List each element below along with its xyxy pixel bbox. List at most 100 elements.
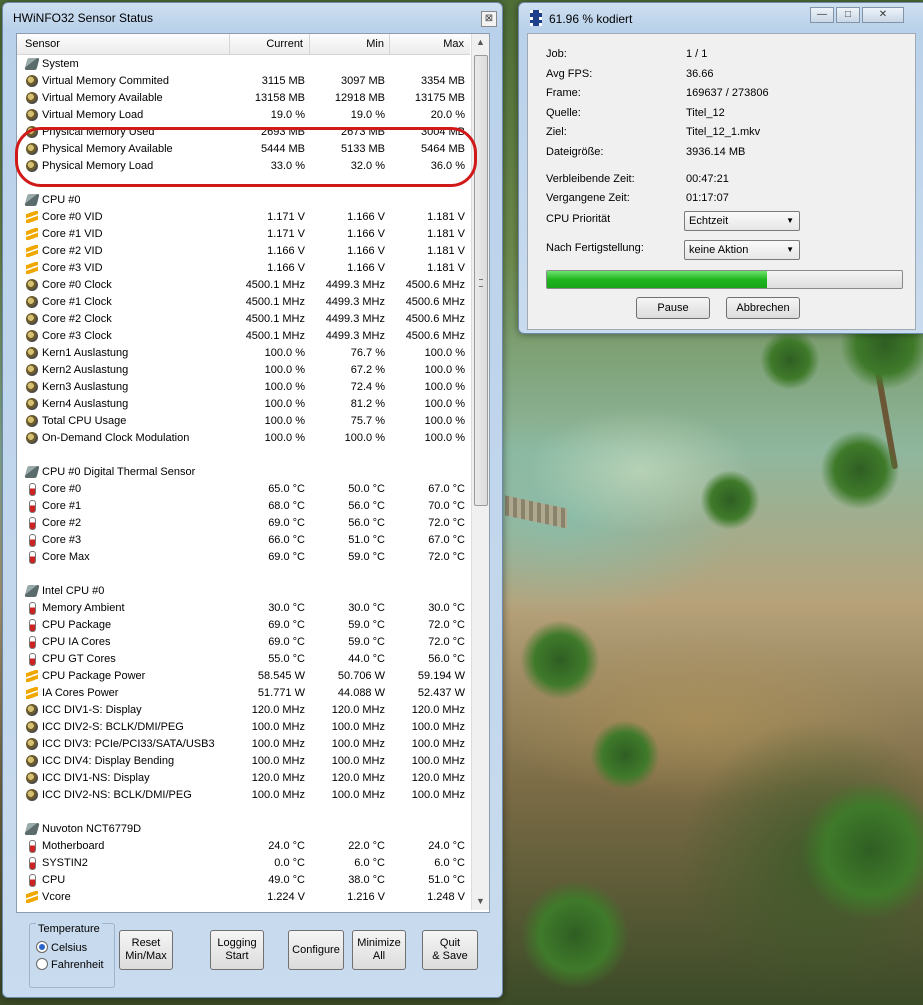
quit-save-button[interactable]: Quit & Save <box>422 930 478 970</box>
sensor-row[interactable]: ICC DIV4: Display Bending 100.0 MHz 100.0 … <box>17 753 470 770</box>
sensor-row[interactable]: On-Demand Clock Modulation 100.0 % 100.0 %… <box>17 430 470 447</box>
close-button[interactable]: ⊠ <box>481 11 497 27</box>
scroll-up-arrow-icon[interactable]: ▲ <box>472 34 489 51</box>
reset-minmax-button[interactable]: Reset Min/Max <box>119 930 173 970</box>
gauge-icon <box>26 279 38 291</box>
sensor-row[interactable]: Vcore 1.224 V 1.216 V 1.248 V <box>17 889 470 906</box>
sensor-row[interactable]: Core #0 Clock 4500.1 MHz 4499.3 MHz 4500.6 … <box>17 277 470 294</box>
sensor-row[interactable] <box>17 175 470 192</box>
column-header-sensor[interactable]: Sensor <box>25 38 60 50</box>
sensor-row[interactable]: Core #0 VID 1.171 V 1.166 V 1.181 V <box>17 209 470 226</box>
sensor-row[interactable]: Kern4 Auslastung 100.0 % 81.2 % 100.0 % <box>17 396 470 413</box>
gauge-icon <box>26 381 38 393</box>
sensor-row[interactable]: Motherboard 24.0 °C 22.0 °C 24.0 °C <box>17 838 470 855</box>
sensor-group-row[interactable]: System <box>17 56 470 73</box>
column-header-max[interactable]: Max <box>443 38 464 50</box>
vertical-scrollbar[interactable]: ▲ ▼ <box>471 34 489 910</box>
sensor-row[interactable]: Virtual Memory Commited 3115 MB 3097 MB 335… <box>17 73 470 90</box>
scrollbar-thumb[interactable] <box>474 55 488 506</box>
sensor-current-value: 55.0 °C <box>268 653 305 665</box>
sensor-row[interactable]: ICC DIV2-S: BCLK/DMI/PEG 100.0 MHz 100.0 M… <box>17 719 470 736</box>
sensor-row[interactable]: Core #3 Clock 4500.1 MHz 4499.3 MHz 4500.6 … <box>17 328 470 345</box>
film-icon <box>530 10 542 26</box>
sensor-row[interactable]: ICC DIV1-NS: Display 120.0 MHz 120.0 MHz 12… <box>17 770 470 787</box>
sensor-row[interactable]: Kern2 Auslastung 100.0 % 67.2 % 100.0 % <box>17 362 470 379</box>
sensor-row[interactable]: Physical Memory Load 33.0 % 32.0 % 36.0 % <box>17 158 470 175</box>
celsius-radio[interactable]: Celsius <box>36 941 87 954</box>
sensor-row[interactable]: Physical Memory Used 2693 MB 2673 MB 3004 M… <box>17 124 470 141</box>
sensor-max-value: 72.0 °C <box>428 517 465 529</box>
sensor-row[interactable]: Kern1 Auslastung 100.0 % 76.7 % 100.0 % <box>17 345 470 362</box>
sensor-current-value: 100.0 MHz <box>251 738 305 750</box>
sensor-row[interactable]: ICC DIV2-NS: BCLK/DMI/PEG 100.0 MHz 100.0 … <box>17 787 470 804</box>
sensor-row[interactable]: Kern3 Auslastung 100.0 % 72.4 % 100.0 % <box>17 379 470 396</box>
sensor-name: SYSTIN2 <box>42 857 88 869</box>
sensor-row[interactable]: Core #2 Clock 4500.1 MHz 4499.3 MHz 4500.6 … <box>17 311 470 328</box>
sensor-row[interactable]: Total CPU Usage 100.0 % 75.7 % 100.0 % <box>17 413 470 430</box>
sensor-row[interactable]: CPU Package 69.0 °C 59.0 °C 72.0 °C <box>17 617 470 634</box>
sensor-name: Core Max <box>42 551 90 563</box>
sensor-row[interactable]: IA Cores Power 51.771 W 44.088 W 52.437 W <box>17 685 470 702</box>
minimize-all-button[interactable]: Minimize All <box>352 930 406 970</box>
after-completion-dropdown[interactable]: keine Aktion ▼ <box>684 240 800 260</box>
field-label: Job: <box>546 48 567 60</box>
sensor-row[interactable] <box>17 566 470 583</box>
minimize-label-line2: All <box>372 950 386 962</box>
palm-tree <box>700 470 760 530</box>
logging-start-button[interactable]: Logging Start <box>210 930 264 970</box>
sensor-row[interactable]: Core Max 69.0 °C 59.0 °C 72.0 °C <box>17 549 470 566</box>
sensor-row[interactable]: CPU GT Cores 55.0 °C 44.0 °C 56.0 °C <box>17 651 470 668</box>
sensor-current-value: 100.0 MHz <box>251 755 305 767</box>
sensor-row[interactable]: Core #2 VID 1.166 V 1.166 V 1.181 V <box>17 243 470 260</box>
sensor-row[interactable]: Core #1 68.0 °C 56.0 °C 70.0 °C <box>17 498 470 515</box>
fahrenheit-radio[interactable]: Fahrenheit <box>36 958 104 971</box>
sensor-row[interactable]: Core #2 69.0 °C 56.0 °C 72.0 °C <box>17 515 470 532</box>
sensor-row[interactable]: Core #0 65.0 °C 50.0 °C 67.0 °C <box>17 481 470 498</box>
chevron-down-icon: ▼ <box>786 216 794 225</box>
sensor-row[interactable]: Virtual Memory Available 13158 MB 12918 MB… <box>17 90 470 107</box>
sensor-list[interactable]: Sensor Current Min Max System Virtual Mem… <box>16 33 490 913</box>
chip-icon <box>24 823 40 835</box>
sensor-row[interactable]: CPU IA Cores 69.0 °C 59.0 °C 72.0 °C <box>17 634 470 651</box>
sensor-row[interactable]: Core #1 VID 1.171 V 1.166 V 1.181 V <box>17 226 470 243</box>
close-button[interactable]: ✕ <box>862 7 904 23</box>
priority-dropdown[interactable]: Echtzeit ▼ <box>684 211 800 231</box>
sensor-min-value: 100.0 MHz <box>331 738 385 750</box>
maximize-button[interactable]: □ <box>836 7 860 23</box>
sensor-row[interactable]: Core #1 Clock 4500.1 MHz 4499.3 MHz 4500.6 … <box>17 294 470 311</box>
sensor-group-row[interactable]: CPU #0 Digital Thermal Sensor <box>17 464 470 481</box>
column-header-current[interactable]: Current <box>266 38 303 50</box>
gauge-icon <box>26 330 38 342</box>
sensor-row[interactable]: ICC DIV3: PCIe/PCI33/SATA/USB3 100.0 MHz 1… <box>17 736 470 753</box>
sensor-name: Vcore <box>42 891 71 903</box>
sensor-row[interactable]: CPU Package Power 58.545 W 50.706 W 59.194 … <box>17 668 470 685</box>
sensor-current-value: 4500.1 MHz <box>245 296 305 308</box>
sensor-min-value: 81.2 % <box>350 398 385 410</box>
sensor-group-row[interactable]: Intel CPU #0 <box>17 583 470 600</box>
sensor-max-value: 20.0 % <box>430 109 465 121</box>
cancel-button[interactable]: Abbrechen <box>726 297 800 319</box>
sensor-row[interactable]: CPU 49.0 °C 38.0 °C 51.0 °C <box>17 872 470 889</box>
sensor-name: System <box>42 58 79 70</box>
column-header-min[interactable]: Min <box>366 38 384 50</box>
scroll-down-arrow-icon[interactable]: ▼ <box>472 893 489 910</box>
configure-button[interactable]: Configure <box>288 930 344 970</box>
sensor-name: IA Cores Power <box>42 687 119 699</box>
hwinfo-titlebar[interactable]: HWiNFO32 Sensor Status ⊠ <box>3 3 502 31</box>
sensor-row[interactable]: SYSTIN2 0.0 °C 6.0 °C 6.0 °C <box>17 855 470 872</box>
sensor-name: Core #2 Clock <box>42 313 112 325</box>
sensor-row[interactable]: ICC DIV1-S: Display 120.0 MHz 120.0 MHz 120… <box>17 702 470 719</box>
pause-button[interactable]: Pause <box>636 297 710 319</box>
sensor-row[interactable] <box>17 447 470 464</box>
sensor-row[interactable]: Memory Ambient 30.0 °C 30.0 °C 30.0 °C <box>17 600 470 617</box>
sensor-row[interactable]: Core #3 VID 1.166 V 1.166 V 1.181 V <box>17 260 470 277</box>
sensor-group-row[interactable]: CPU #0 <box>17 192 470 209</box>
sensor-row[interactable]: Physical Memory Available 5444 MB 5133 MB 5… <box>17 141 470 158</box>
minimize-button[interactable]: — <box>810 7 834 23</box>
sensor-group-row[interactable]: Nuvoton NCT6779D <box>17 821 470 838</box>
encoder-titlebar[interactable]: 61.96 % kodiert — □ ✕ <box>519 3 923 31</box>
sensor-max-value: 1.181 V <box>427 245 465 257</box>
sensor-row[interactable] <box>17 804 470 821</box>
sensor-row[interactable]: Core #3 66.0 °C 51.0 °C 67.0 °C <box>17 532 470 549</box>
sensor-row[interactable]: Virtual Memory Load 19.0 % 19.0 % 20.0 % <box>17 107 470 124</box>
